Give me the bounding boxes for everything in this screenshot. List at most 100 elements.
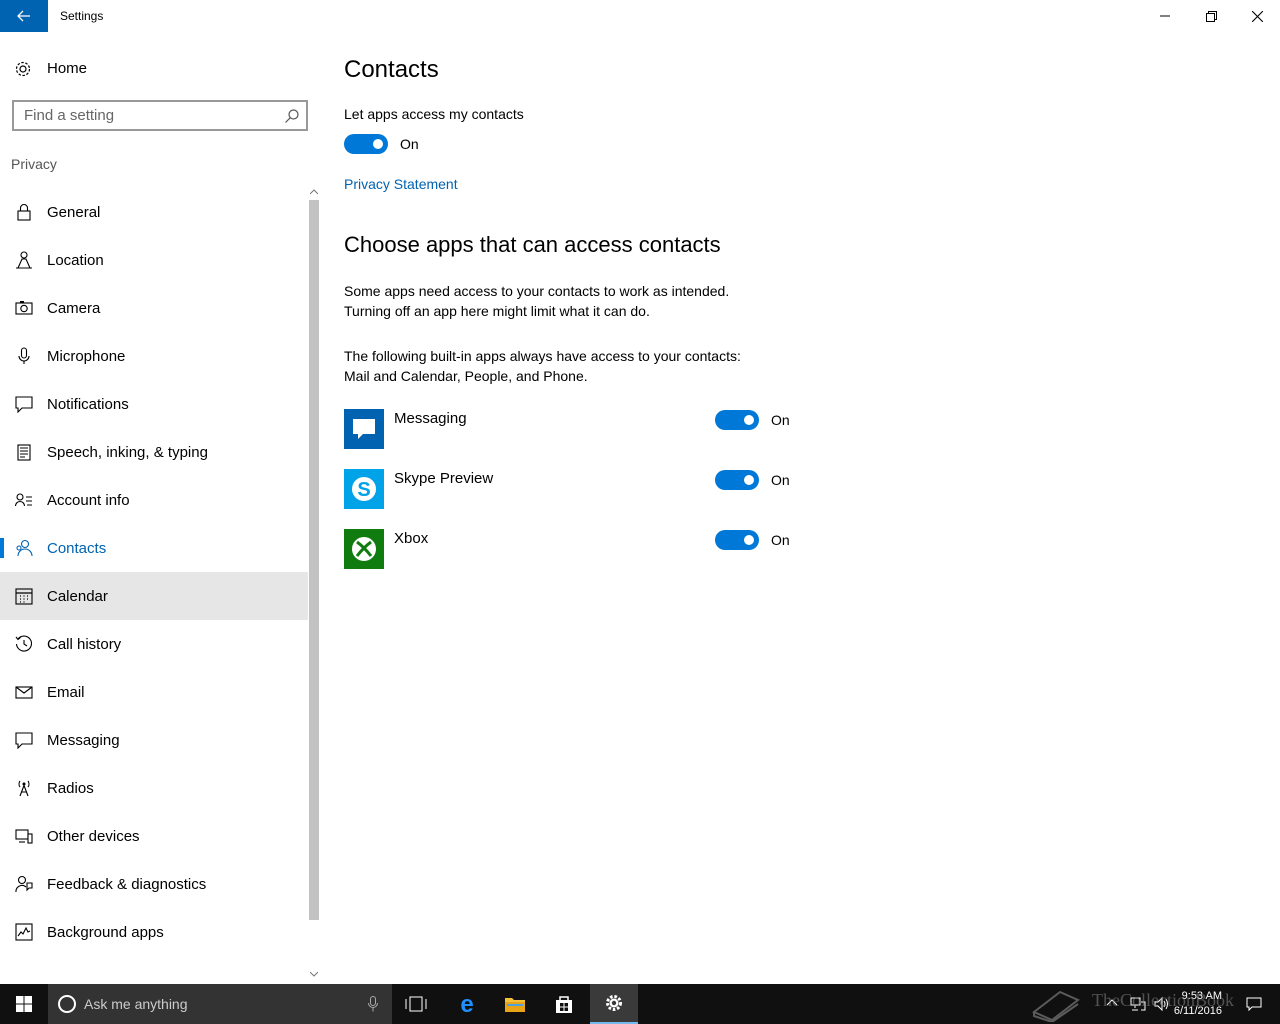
sidebar-item-account-info[interactable]: Account info: [0, 476, 308, 524]
edge-icon: e: [460, 993, 473, 1015]
clock-time: 9:53 AM: [1181, 990, 1222, 1002]
cortana-search-box[interactable]: Ask me anything: [48, 984, 392, 1024]
notification-icon: [15, 396, 33, 413]
speech-icon: [17, 444, 31, 461]
toggle-state: On: [771, 472, 790, 488]
sidebar-item-speech[interactable]: Speech, inking, & typing: [0, 428, 308, 476]
window-title: Settings: [60, 9, 104, 23]
sidebar-item-location[interactable]: Location: [0, 236, 308, 284]
sidebar-item-label: Radios: [47, 780, 94, 797]
home-nav-item[interactable]: Home: [0, 52, 308, 84]
selection-indicator: [0, 538, 4, 558]
back-button[interactable]: [0, 0, 48, 32]
home-label: Home: [47, 60, 88, 77]
xbox-app-icon: [344, 529, 384, 569]
sidebar-item-label: General: [47, 204, 101, 221]
clock[interactable]: 9:53 AM 6/11/2016: [1174, 989, 1222, 1019]
scroll-down-arrow-icon[interactable]: [310, 970, 318, 978]
microphone-icon[interactable]: [368, 996, 378, 1012]
sidebar-item-label: Camera: [47, 300, 101, 317]
sidebar-item-camera[interactable]: Camera: [0, 284, 308, 332]
toggle-state: On: [771, 532, 790, 548]
file-explorer-button[interactable]: [491, 984, 539, 1024]
history-icon: [15, 635, 32, 652]
sidebar-item-call-history[interactable]: Call history: [0, 620, 308, 668]
scroll-up-arrow-icon[interactable]: [310, 188, 318, 196]
xbox-toggle[interactable]: [715, 530, 759, 550]
mail-icon: [15, 686, 33, 699]
sidebar-item-notifications[interactable]: Notifications: [0, 380, 308, 428]
note-line: The following built-in apps always have …: [344, 348, 741, 364]
edge-button[interactable]: e: [443, 984, 491, 1024]
title-bar: Settings: [0, 0, 1280, 32]
page-title: Contacts: [344, 56, 439, 83]
access-toggle-state: On: [400, 136, 419, 152]
app-row-messaging: Messaging On: [344, 409, 804, 449]
volume-icon[interactable]: [1154, 996, 1170, 1012]
radio-icon: [18, 780, 30, 797]
svg-text:S: S: [357, 479, 370, 501]
system-tray: 9:53 AM 6/11/2016: [1090, 984, 1280, 1024]
sidebar-item-calendar[interactable]: Calendar: [0, 572, 308, 620]
sidebar-scrollbar[interactable]: [308, 186, 320, 982]
sidebar-item-messaging[interactable]: Messaging: [0, 716, 308, 764]
start-button[interactable]: [0, 984, 48, 1024]
sidebar-item-contacts[interactable]: Contacts: [0, 524, 308, 572]
access-toggle[interactable]: [344, 134, 388, 154]
sidebar-item-radios[interactable]: Radios: [0, 764, 308, 812]
back-arrow-icon: [17, 10, 30, 22]
clock-date: 6/11/2016: [1173, 1005, 1222, 1017]
toggle-state: On: [771, 412, 790, 428]
sidebar-item-other-devices[interactable]: Other devices: [0, 812, 308, 860]
messaging-toggle[interactable]: [715, 410, 759, 430]
account-info-icon: [15, 493, 32, 507]
privacy-nav-list: General Location Camera Microphone Notif…: [0, 188, 308, 956]
search-input[interactable]: [14, 102, 274, 129]
sidebar-item-background-apps[interactable]: Background apps: [0, 908, 308, 956]
messaging-app-icon: [344, 409, 384, 449]
message-icon: [15, 732, 33, 749]
cortana-icon: [58, 995, 76, 1013]
minimize-button[interactable]: [1142, 0, 1188, 32]
sidebar-item-email[interactable]: Email: [0, 668, 308, 716]
scroll-thumb[interactable]: [309, 200, 319, 920]
privacy-statement-link[interactable]: Privacy Statement: [344, 176, 458, 192]
microphone-icon: [18, 347, 30, 364]
search-box[interactable]: [12, 100, 308, 131]
sidebar-item-label: Microphone: [47, 348, 126, 365]
gear-icon: [15, 61, 31, 77]
store-button[interactable]: [540, 984, 588, 1024]
taskbar: Ask me anything e 9:53 AM 6/11/2016: [0, 984, 1280, 1024]
cortana-placeholder: Ask me anything: [84, 996, 188, 1012]
task-view-icon: [405, 996, 427, 1012]
sidebar-item-feedback[interactable]: Feedback & diagnostics: [0, 860, 308, 908]
apps-description: Some apps need access to your contacts t…: [344, 281, 844, 321]
skype-toggle[interactable]: [715, 470, 759, 490]
lock-icon: [17, 203, 31, 221]
access-toggle-label: Let apps access my contacts: [344, 106, 524, 122]
feedback-icon: [15, 875, 33, 893]
sidebar-item-label: Contacts: [47, 540, 107, 557]
sidebar-item-label: Background apps: [47, 924, 164, 941]
minimize-icon: [1160, 15, 1170, 17]
calendar-icon: [15, 588, 33, 605]
description-line: Turning off an app here might limit what…: [344, 303, 650, 319]
builtin-apps-note: The following built-in apps always have …: [344, 346, 844, 386]
sidebar-item-microphone[interactable]: Microphone: [0, 332, 308, 380]
section-label: Privacy: [11, 156, 57, 172]
sidebar-item-label: Calendar: [47, 588, 108, 605]
action-center-icon[interactable]: [1246, 996, 1262, 1012]
settings-taskbar-button[interactable]: [590, 984, 638, 1024]
chevron-up-icon[interactable]: [1106, 998, 1118, 1006]
choose-apps-heading: Choose apps that can access contacts: [344, 232, 721, 257]
devices-icon: [15, 829, 33, 844]
description-line: Some apps need access to your contacts t…: [344, 283, 730, 299]
network-icon[interactable]: [1130, 996, 1146, 1012]
sidebar-item-general[interactable]: General: [0, 188, 308, 236]
sidebar-item-label: Location: [47, 252, 104, 269]
app-row-skype: S Skype Preview On: [344, 469, 804, 509]
task-view-button[interactable]: [392, 984, 440, 1024]
restore-button[interactable]: [1188, 0, 1234, 32]
close-icon: [1251, 10, 1263, 22]
close-button[interactable]: [1234, 0, 1280, 32]
